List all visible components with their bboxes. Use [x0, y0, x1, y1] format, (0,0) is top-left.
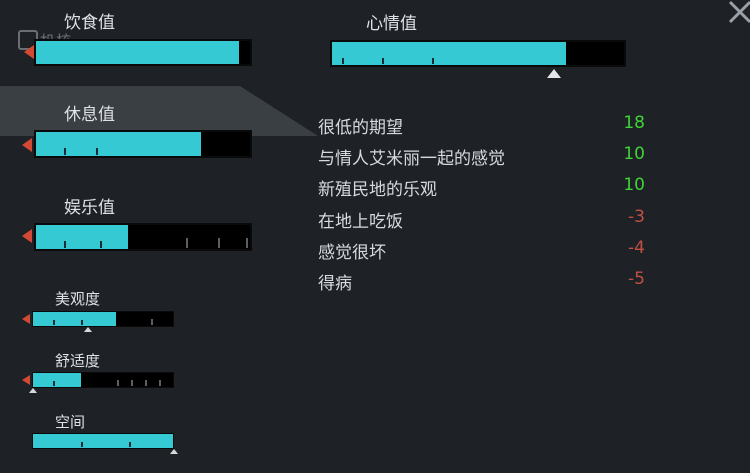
- beauty-tick: [53, 320, 55, 325]
- space-label: 空间: [55, 413, 86, 431]
- comfort-bar-fill: [33, 373, 81, 387]
- beauty-tick: [81, 320, 83, 325]
- comfort-tick: [117, 380, 119, 386]
- thought-row[interactable]: 得病 -5: [318, 269, 648, 294]
- thought-row[interactable]: 感觉很坏 -4: [318, 238, 648, 263]
- thought-text: 新殖民地的乐观: [318, 180, 437, 200]
- thought-row[interactable]: 与情人艾米丽一起的感觉 10: [318, 144, 648, 169]
- fun-trend-arrow-icon: [22, 229, 32, 243]
- mood-target-marker-icon: [547, 69, 561, 78]
- comfort-tick: [145, 380, 147, 386]
- comfort-bar[interactable]: [32, 372, 174, 388]
- space-threshold-marker-icon: [170, 449, 178, 454]
- thought-value: 10: [623, 175, 645, 195]
- beauty-threshold-marker-icon: [84, 327, 92, 332]
- rest-trend-arrow-icon: [22, 138, 32, 152]
- space-bar[interactable]: [32, 433, 174, 449]
- mood-tick: [342, 58, 344, 64]
- thought-text: 与情人艾米丽一起的感觉: [318, 149, 505, 169]
- beauty-bar-fill: [33, 312, 116, 326]
- thought-value: -3: [628, 207, 645, 227]
- comfort-threshold-marker-icon: [29, 388, 37, 393]
- beauty-bar[interactable]: [32, 311, 174, 327]
- fun-bar[interactable]: [34, 223, 252, 251]
- fun-bar-fill: [36, 225, 129, 249]
- thought-text: 很低的期望: [318, 118, 403, 138]
- thought-value: 10: [623, 144, 645, 164]
- mood-tick: [432, 58, 434, 64]
- rest-tick: [64, 148, 66, 155]
- mood-bar-fill: [332, 42, 566, 65]
- thought-row[interactable]: 在地上吃饭 -3: [318, 207, 648, 232]
- thought-text: 得病: [318, 274, 352, 294]
- comfort-trend-arrow-icon: [22, 375, 30, 385]
- space-bar-fill: [33, 434, 173, 448]
- rest-label: 休息值: [64, 105, 115, 125]
- thought-row[interactable]: 新殖民地的乐观 10: [318, 175, 648, 200]
- mood-bar[interactable]: [330, 40, 626, 67]
- thought-text: 在地上吃饭: [318, 212, 403, 232]
- selected-tab-background: [0, 86, 318, 136]
- comfort-tick: [53, 381, 55, 386]
- beauty-label: 美观度: [55, 290, 101, 308]
- rest-bar-fill: [36, 132, 201, 156]
- mood-label: 心情值: [366, 14, 417, 34]
- thought-value: -4: [628, 238, 645, 258]
- comfort-tick: [159, 380, 161, 386]
- space-tick: [129, 442, 131, 447]
- mood-tick: [382, 58, 384, 64]
- food-bar-fill: [36, 41, 240, 64]
- thought-value: -5: [628, 269, 645, 289]
- food-trend-arrow-icon: [24, 45, 34, 59]
- rest-bar[interactable]: [34, 130, 252, 158]
- comfort-tick: [131, 380, 133, 386]
- food-label: 饮食值: [64, 13, 115, 33]
- beauty-trend-arrow-icon: [22, 314, 30, 324]
- thought-value: 18: [623, 113, 645, 133]
- rest-tick: [96, 148, 98, 155]
- fun-tick: [64, 241, 66, 248]
- comfort-label: 舒适度: [55, 352, 101, 370]
- beauty-tick: [151, 319, 153, 325]
- food-bar[interactable]: [34, 39, 252, 66]
- thought-row[interactable]: 很低的期望 18: [318, 113, 648, 138]
- fun-tick: [186, 238, 188, 248]
- space-tick: [81, 442, 83, 447]
- fun-tick: [218, 238, 220, 248]
- fun-tick: [246, 238, 248, 248]
- thought-text: 感觉很坏: [318, 243, 386, 263]
- fun-label: 娱乐值: [64, 198, 115, 218]
- close-icon[interactable]: [722, 0, 750, 30]
- fun-tick: [100, 241, 102, 248]
